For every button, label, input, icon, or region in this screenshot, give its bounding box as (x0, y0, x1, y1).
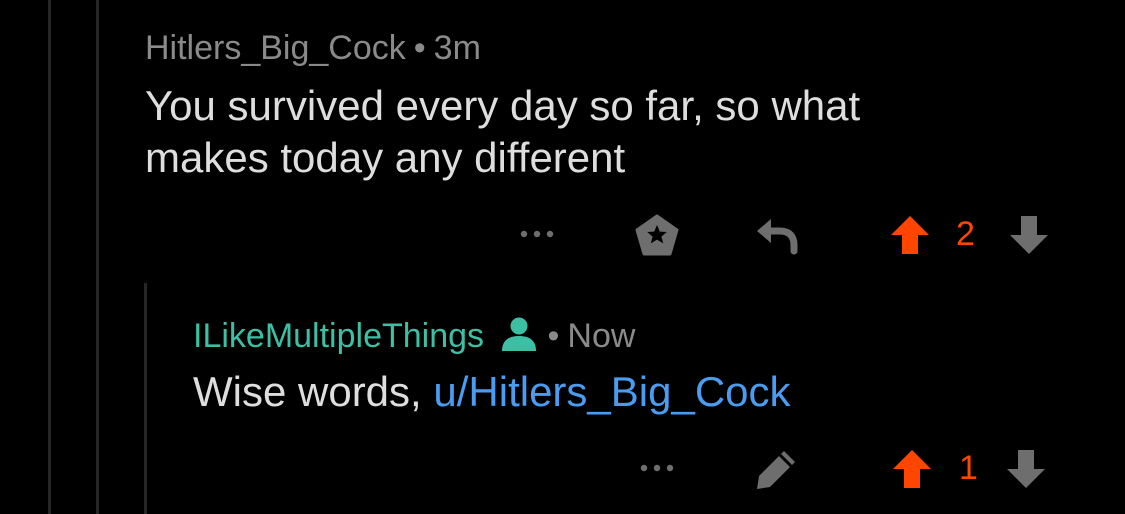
comment-time: Now (567, 317, 636, 355)
comment-author[interactable]: ILikeMultipleThings (193, 317, 484, 355)
comment-meta: ILikeMultipleThings • Now (193, 316, 635, 356)
upvote-icon[interactable] (888, 214, 932, 256)
comment-body-line: makes today any different (145, 134, 626, 181)
vote-score: 2 (956, 215, 975, 253)
meta-separator: • (413, 29, 426, 67)
more-icon[interactable] (638, 460, 676, 476)
comment-body: You survived every day so far, so what m… (145, 80, 860, 184)
comment-time: 3m (433, 29, 481, 67)
comment-body-line: You survived every day so far, so what (145, 82, 861, 129)
comment-text: Wise words, (193, 368, 434, 415)
upvote-icon[interactable] (890, 448, 934, 490)
thread-line-outer (48, 0, 51, 514)
vote-score: 1 (959, 449, 978, 487)
reply-icon[interactable] (754, 215, 802, 255)
meta-separator: • (547, 317, 560, 355)
user-mention-link[interactable]: u/Hitlers_Big_Cock (433, 368, 790, 415)
comment-body: Wise words, u/Hitlers_Big_Cock (193, 366, 791, 418)
comment-author[interactable]: Hitlers_Big_Cock (145, 29, 406, 67)
user-icon (502, 317, 537, 351)
award-icon[interactable] (633, 213, 681, 259)
more-icon[interactable] (518, 226, 556, 242)
downvote-icon[interactable] (1004, 448, 1048, 490)
thread-line-reply (144, 283, 147, 514)
thread-line-inner (96, 0, 99, 514)
edit-icon[interactable] (754, 447, 800, 491)
downvote-icon[interactable] (1007, 214, 1051, 256)
comment-meta: Hitlers_Big_Cock • 3m (145, 28, 481, 68)
